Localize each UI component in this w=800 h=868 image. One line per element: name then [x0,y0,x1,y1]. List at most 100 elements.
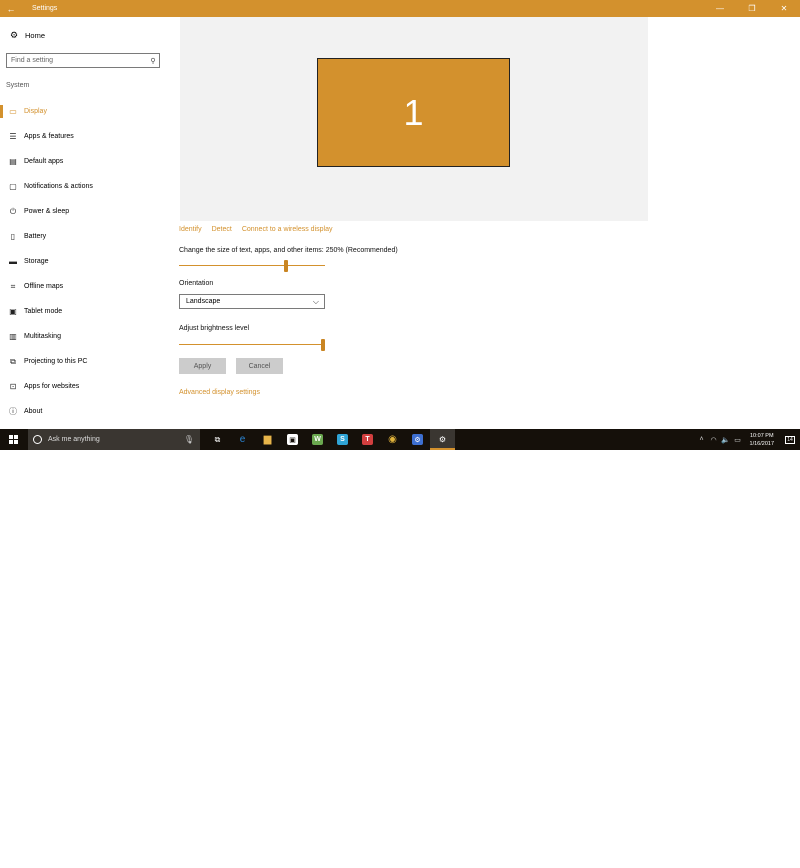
advanced-display-settings-link[interactable]: Advanced display settings [179,389,260,396]
sidebar-item-display[interactable]: ▭ Display [0,99,170,124]
brightness-slider[interactable] [179,338,325,352]
app-w-icon: W [312,434,323,445]
search-icon[interactable]: ⚲ [147,57,159,65]
maximize-button[interactable]: ❐ [736,0,768,17]
projecting-icon: ⧉ [10,356,16,366]
gear-icon: ⚙ [9,30,19,40]
sidebar-item-label: Multitasking [24,333,61,340]
connect-wireless-link[interactable]: Connect to a wireless display [242,226,333,233]
taskbar-app[interactable]: ◉ [380,429,405,450]
clock-time: 10:07 PM [749,432,774,439]
sidebar-item-label: Tablet mode [24,308,63,315]
action-center-button[interactable]: 14 [780,429,800,450]
wifi-icon[interactable]: ◠ [708,436,720,444]
sidebar-nav: ▭ Display ☰ Apps & features ▤ Default apps ▢ No… [0,99,170,424]
sidebar-item-label: Default apps [24,158,64,165]
taskbar-app[interactable]: ▆ [255,429,280,450]
taskbar-app[interactable]: ⚙ [430,429,455,450]
sidebar-item-label: Power & sleep [24,208,70,215]
app-s-icon: S [337,434,348,445]
back-arrow-icon[interactable]: ← [0,0,22,17]
section-label: System [6,82,30,89]
monitor-number: 1 [403,91,424,133]
notification-count: 14 [787,436,793,443]
taskbar: Ask me anything 🎙 ⧉ e ▆ ▣ W S T ◉ ⚙ ⚙ ˄ ◠ 🔈 ▭ 10:… [0,429,800,868]
chevron-up-icon[interactable]: ˄ [696,436,708,443]
sidebar-item-storage[interactable]: ▬ Storage [0,249,170,274]
sidebar-item-offline-maps[interactable]: ⌗ Offline maps [0,274,170,299]
cortana-icon [33,435,42,444]
task-view-icon: ⧉ [214,434,221,444]
taskbar-app[interactable]: e [230,429,255,450]
taskbar-app[interactable]: T [355,429,380,450]
monitor-1[interactable]: 1 [317,58,510,167]
taskbar-app[interactable]: S [330,429,355,450]
notification-icon: 14 [785,435,795,444]
brightness-slider-track [179,344,325,345]
scale-slider-thumb[interactable] [284,260,288,272]
scale-slider[interactable] [179,259,325,273]
file-explorer-icon: ▆ [263,434,272,445]
storage-icon: ▬ [9,257,17,266]
sidebar-item-label: Apps for websites [24,383,80,390]
keyboard-icon[interactable]: ▭ [732,436,744,444]
identify-link[interactable]: Identify [179,226,202,233]
system-tray: ˄ ◠ 🔈 ▭ 10:07 PM 1/16/2017 14 [696,429,800,450]
notifications-icon: ▢ [9,182,17,191]
detect-link[interactable]: Detect [212,226,232,233]
sidebar-item-battery[interactable]: ▯ Battery [0,224,170,249]
apps-list-icon: ☰ [9,132,17,141]
cancel-button[interactable]: Cancel [236,358,283,374]
volume-icon[interactable]: 🔈 [720,436,732,444]
home-label: Home [25,31,46,40]
watermark: More Software [648,857,714,868]
chrome-icon: ◉ [388,434,397,445]
orientation-value: Landscape [186,298,221,305]
sidebar-item-power-sleep[interactable]: ⏻ Power & sleep [0,199,170,224]
tablet-icon: ▣ [9,307,17,316]
edge-icon: e [239,434,246,445]
taskbar-app[interactable]: ▣ [280,429,305,450]
settings-icon: ⚙ [438,435,447,444]
scale-slider-track [179,265,325,266]
minimize-button[interactable]: — [704,0,736,17]
window-controls: — ❐ ✕ [704,0,800,17]
orientation-label: Orientation [179,280,214,287]
taskbar-app[interactable]: ⧉ [205,429,230,450]
window-title: Settings [32,5,58,12]
sidebar-item-label: Battery [24,233,47,240]
brightness-slider-thumb[interactable] [321,339,325,351]
multitasking-icon: ▥ [9,332,17,341]
start-button[interactable] [0,429,28,450]
info-icon: ⓘ [9,407,17,416]
windows-logo-icon [9,434,19,445]
display-icon: ▭ [9,107,17,116]
sidebar-item-tablet-mode[interactable]: ▣ Tablet mode [0,299,170,324]
microphone-icon[interactable]: 🎙 [184,435,194,444]
taskbar-app[interactable]: W [305,429,330,450]
home-link[interactable]: ⚙ Home [9,30,45,41]
clock[interactable]: 10:07 PM 1/16/2017 [750,432,774,448]
scale-label: Change the size of text, apps, and other… [179,247,398,254]
sidebar-item-notifications-actions[interactable]: ▢ Notifications & actions [0,174,170,199]
search-placeholder: Find a setting [11,57,54,64]
apply-button[interactable]: Apply [179,358,226,374]
sidebar-item-about[interactable]: ⓘ About [0,399,170,424]
chevron-down-icon: ⌵ [312,296,319,306]
sidebar-item-projecting-to-this-pc[interactable]: ⧉ Projecting to this PC [0,349,170,374]
close-button[interactable]: ✕ [768,0,800,17]
orientation-dropdown[interactable]: Landscape ⌵ [179,294,325,309]
cortana-search-box[interactable]: Ask me anything 🎙 [28,429,200,450]
find-setting-input[interactable]: Find a setting ⚲ [6,53,160,68]
sidebar-item-label: Storage [24,258,49,265]
battery-icon: ▯ [10,232,16,241]
sidebar-item-apps-for-websites[interactable]: ⊡ Apps for websites [0,374,170,399]
sidebar-item-default-apps[interactable]: ▤ Default apps [0,149,170,174]
sidebar-item-label: Display [24,108,47,115]
sidebar-item-label: Apps & features [24,133,74,140]
sidebar-item-multitasking[interactable]: ▥ Multitasking [0,324,170,349]
display-links: Identify Detect Connect to a wireless di… [179,226,332,233]
sidebar-item-label: Offline maps [24,283,64,290]
taskbar-app[interactable]: ⚙ [405,429,430,450]
sidebar-item-apps-features[interactable]: ☰ Apps & features [0,124,170,149]
